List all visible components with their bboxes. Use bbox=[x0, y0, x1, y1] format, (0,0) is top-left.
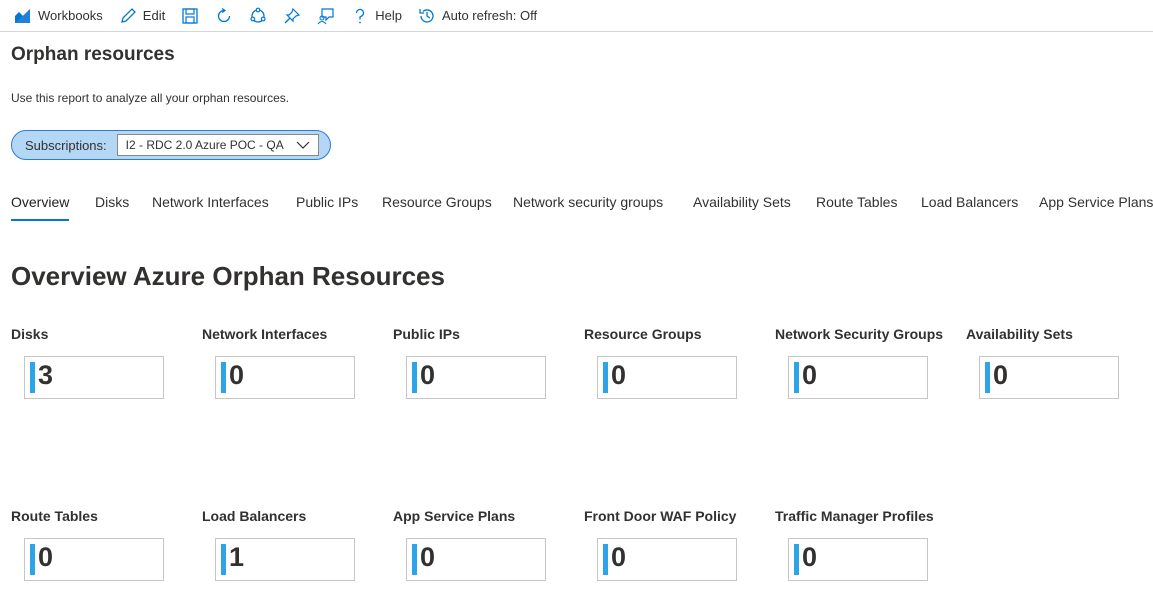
tile-public-ips: Public IPs 0 bbox=[393, 326, 573, 399]
section-title: Overview Azure Orphan Resources bbox=[11, 261, 445, 291]
tab-availability-sets[interactable]: Availability Sets bbox=[693, 194, 791, 210]
tile-accent-bar bbox=[794, 544, 799, 575]
subscriptions-dropdown[interactable]: I2 - RDC 2.0 Azure POC - QA bbox=[116, 134, 319, 156]
feedback-icon bbox=[317, 7, 335, 25]
tile-value: 0 bbox=[611, 360, 627, 390]
tile-title: Route Tables bbox=[11, 508, 98, 524]
workbooks-label: Workbooks bbox=[38, 8, 103, 23]
tile-value-box[interactable]: 1 bbox=[215, 538, 355, 581]
tab-app-service-plans[interactable]: App Service Plans bbox=[1039, 194, 1153, 210]
tile-value-box[interactable]: 0 bbox=[788, 356, 928, 399]
share-icon bbox=[249, 7, 267, 25]
tile-route-tables: Route Tables 0 bbox=[11, 508, 191, 581]
tile-title: Disks bbox=[11, 326, 49, 342]
tile-accent-bar bbox=[30, 362, 35, 393]
tile-value-box[interactable]: 0 bbox=[406, 356, 546, 399]
tile-traffic-manager-profiles: Traffic Manager Profiles 0 bbox=[775, 508, 955, 581]
tile-front-door-waf-policy: Front Door WAF Policy 0 bbox=[584, 508, 764, 581]
tile-value: 0 bbox=[420, 542, 436, 572]
tab-public-ips[interactable]: Public IPs bbox=[296, 194, 358, 210]
tile-accent-bar bbox=[794, 362, 799, 393]
tile-value-box[interactable]: 0 bbox=[597, 538, 737, 581]
tile-title: Network Security Groups bbox=[775, 326, 944, 342]
tile-value: 3 bbox=[38, 360, 54, 390]
tile-title: Availability Sets bbox=[966, 326, 1073, 342]
chevron-down-icon bbox=[296, 138, 310, 152]
help-button[interactable]: Help bbox=[351, 4, 402, 28]
tab-network-security-groups[interactable]: Network security groups bbox=[513, 194, 663, 210]
auto-refresh-icon bbox=[418, 7, 436, 25]
tile-accent-bar bbox=[221, 544, 226, 575]
tab-load-balancers[interactable]: Load Balancers bbox=[921, 194, 1018, 210]
tile-value: 0 bbox=[38, 542, 54, 572]
tile-value-box[interactable]: 0 bbox=[597, 356, 737, 399]
tile-value-box[interactable]: 0 bbox=[788, 538, 928, 581]
save-icon bbox=[181, 7, 199, 25]
tile-value-box[interactable]: 3 bbox=[24, 356, 164, 399]
refresh-button[interactable] bbox=[215, 4, 233, 28]
tile-value: 1 bbox=[229, 542, 245, 572]
auto-refresh-label: Auto refresh: Off bbox=[441, 8, 538, 23]
tile-availability-sets: Availability Sets 0 bbox=[966, 326, 1146, 399]
tile-load-balancers: Load Balancers 1 bbox=[202, 508, 382, 581]
tile-accent-bar bbox=[221, 362, 226, 393]
tile-accent-bar bbox=[985, 362, 990, 393]
tile-disks: Disks 3 bbox=[11, 326, 191, 399]
tile-accent-bar bbox=[30, 544, 35, 575]
tile-title: Front Door WAF Policy bbox=[584, 508, 737, 524]
tile-value: 0 bbox=[993, 360, 1009, 390]
workbooks-icon bbox=[14, 7, 32, 25]
subscriptions-label: Subscriptions: bbox=[25, 137, 107, 153]
tab-disks[interactable]: Disks bbox=[95, 194, 129, 210]
help-label: Help bbox=[375, 8, 402, 23]
tile-title: Network Interfaces bbox=[202, 326, 328, 342]
edit-icon bbox=[119, 7, 137, 25]
tile-network-security-groups: Network Security Groups 0 bbox=[775, 326, 955, 399]
edit-button[interactable]: Edit bbox=[119, 4, 165, 28]
tab-route-tables[interactable]: Route Tables bbox=[816, 194, 897, 210]
tab-network-interfaces[interactable]: Network Interfaces bbox=[152, 194, 269, 210]
feedback-button[interactable] bbox=[317, 4, 335, 28]
subscriptions-parameter: Subscriptions: I2 - RDC 2.0 Azure POC - … bbox=[11, 130, 331, 160]
help-icon bbox=[351, 7, 369, 25]
auto-refresh-button[interactable]: Auto refresh: Off bbox=[418, 4, 537, 28]
pin-button[interactable] bbox=[283, 4, 301, 28]
tile-title: App Service Plans bbox=[393, 508, 516, 524]
tile-value-box[interactable]: 0 bbox=[215, 356, 355, 399]
tile-accent-bar bbox=[603, 362, 608, 393]
page-title: Orphan resources bbox=[11, 44, 175, 65]
tile-title: Resource Groups bbox=[584, 326, 702, 342]
tab-resource-groups[interactable]: Resource Groups bbox=[382, 194, 492, 210]
tile-value-box[interactable]: 0 bbox=[979, 356, 1119, 399]
tile-title: Public IPs bbox=[393, 326, 460, 342]
tile-network-interfaces: Network Interfaces 0 bbox=[202, 326, 382, 399]
tile-accent-bar bbox=[603, 544, 608, 575]
subscriptions-value: I2 - RDC 2.0 Azure POC - QA bbox=[125, 138, 284, 152]
tile-value: 0 bbox=[802, 360, 818, 390]
tab-overview[interactable]: Overview bbox=[11, 194, 70, 221]
tile-value-box[interactable]: 0 bbox=[406, 538, 546, 581]
tile-accent-bar bbox=[412, 544, 417, 575]
tile-value: 0 bbox=[420, 360, 436, 390]
pin-icon bbox=[283, 7, 301, 25]
tile-title: Traffic Manager Profiles bbox=[775, 508, 934, 524]
workbooks-button[interactable]: Workbooks bbox=[14, 4, 103, 28]
tile-value-box[interactable]: 0 bbox=[24, 538, 164, 581]
refresh-icon bbox=[215, 7, 233, 25]
toolbar: Workbooks Edit Help Auto refresh: Off bbox=[0, 0, 1153, 32]
tile-app-service-plans: App Service Plans 0 bbox=[393, 508, 573, 581]
tile-title: Load Balancers bbox=[202, 508, 307, 524]
tile-accent-bar bbox=[412, 362, 417, 393]
tile-value: 0 bbox=[229, 360, 245, 390]
share-button[interactable] bbox=[249, 4, 267, 28]
tile-value: 0 bbox=[802, 542, 818, 572]
tile-resource-groups: Resource Groups 0 bbox=[584, 326, 764, 399]
save-button[interactable] bbox=[181, 4, 199, 28]
page-description: Use this report to analyze all your orph… bbox=[11, 91, 290, 105]
edit-label: Edit bbox=[142, 8, 166, 23]
tile-value: 0 bbox=[611, 542, 627, 572]
